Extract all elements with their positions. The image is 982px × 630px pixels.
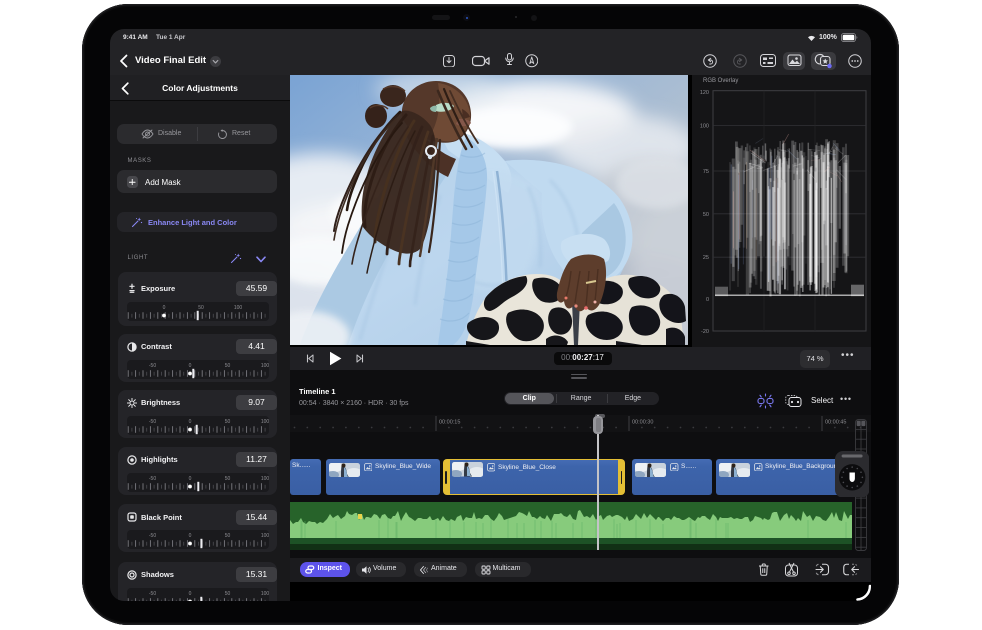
svg-text:100: 100 [260,591,268,597]
svg-text:0: 0 [706,297,709,303]
svg-text:-50: -50 [148,363,155,369]
svg-text:120: 120 [700,90,709,96]
svg-text:100: 100 [260,476,268,482]
svg-text:50: 50 [198,305,204,311]
svg-text:50: 50 [224,363,230,369]
svg-text:0: 0 [188,363,191,369]
svg-text:50: 50 [703,212,709,218]
svg-text:0: 0 [188,591,191,597]
svg-text:-20: -20 [701,329,709,335]
svg-text:0: 0 [162,305,165,311]
svg-text:100: 100 [233,305,242,311]
svg-text:75: 75 [703,169,709,175]
svg-text:100: 100 [260,533,268,539]
svg-text:50: 50 [224,419,230,425]
svg-text:00:00:45: 00:00:45 [825,420,846,426]
svg-text:0: 0 [188,419,191,425]
svg-text:50: 50 [224,533,230,539]
svg-text:-50: -50 [148,591,155,597]
svg-text:100: 100 [260,363,268,369]
svg-text:100: 100 [260,419,268,425]
svg-text:0: 0 [188,533,191,539]
svg-text:0: 0 [188,476,191,482]
svg-text:RGB Overlay: RGB Overlay [703,78,738,84]
svg-text:-50: -50 [148,533,155,539]
svg-text:50: 50 [224,476,230,482]
svg-text:50: 50 [224,591,230,597]
svg-text:25: 25 [703,255,709,261]
svg-text:00:00:15: 00:00:15 [439,420,460,426]
svg-text:-50: -50 [148,419,155,425]
svg-text:100: 100 [700,123,709,129]
svg-text:-50: -50 [148,476,155,482]
svg-text:00:00:30: 00:00:30 [632,420,653,426]
